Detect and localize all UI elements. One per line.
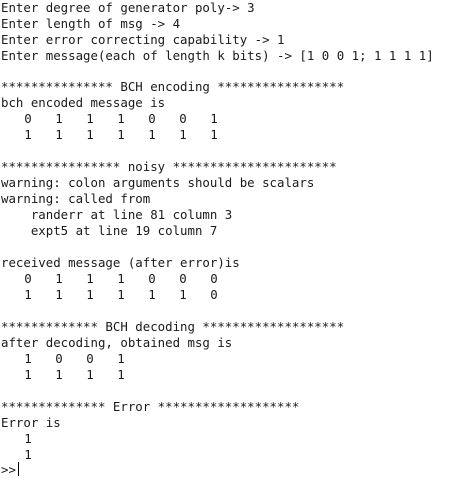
error-row: 1: [0, 431, 472, 447]
length-prompt-line: Enter length of msg -> 4: [1, 16, 181, 31]
matrix-cell: 1: [24, 127, 32, 142]
matrix-cell: 1: [148, 127, 156, 142]
matrix-cell: 0: [179, 271, 187, 286]
matrix-cell: 0: [24, 271, 32, 286]
matrix-cell: 0: [210, 287, 218, 302]
matrix-cell: 0: [210, 271, 218, 286]
matrix-cell: 0: [148, 111, 156, 126]
matrix-row: 1 1 1 1 1 1 0: [0, 287, 472, 303]
command-prompt[interactable]: >>: [1, 462, 19, 478]
matrix-cell: 1: [117, 111, 125, 126]
command-window[interactable]: Enter degree of generator poly-> 3 Enter…: [0, 0, 472, 495]
matrix-cell: 1: [86, 287, 94, 302]
matrix-cell: 1: [86, 271, 94, 286]
matrix-cell: 1: [117, 351, 125, 366]
matrix-cell: 1: [210, 111, 218, 126]
matrix-cell: 1: [179, 127, 187, 142]
matrix-cell: 0: [179, 111, 187, 126]
noisy-banner: **************** noisy *****************…: [1, 159, 337, 174]
encoding-banner: *************** BCH encoding ***********…: [1, 79, 345, 94]
prompt-symbol: >>: [1, 462, 16, 477]
matrix-cell: 0: [55, 351, 63, 366]
error-row: 1: [0, 447, 472, 463]
matrix-cell: 0: [24, 111, 32, 126]
matrix-cell: 1: [86, 111, 94, 126]
warning-called-from-line: warning: called from: [1, 191, 151, 206]
matrix-cell: 0: [148, 271, 156, 286]
error-value: 1: [24, 431, 32, 446]
stack-trace-line: expt5 at line 19 column 7: [1, 223, 218, 238]
matrix-cell: 1: [24, 287, 32, 302]
matrix-cell: 0: [86, 351, 94, 366]
warning-line: warning: colon arguments should be scala…: [1, 175, 315, 190]
matrix-row: 1 0 0 1: [0, 351, 472, 367]
matrix-cell: 1: [117, 367, 125, 382]
matrix-cell: 1: [55, 367, 63, 382]
matrix-cell: 1: [55, 271, 63, 286]
matrix-cell: 1: [55, 287, 63, 302]
matrix-row: 1 1 1 1 1 1 1: [0, 127, 472, 143]
stack-trace-line: randerr at line 81 column 3: [1, 207, 233, 222]
matrix-cell: 1: [55, 127, 63, 142]
matrix-row: 0 1 1 1 0 0 1: [0, 111, 472, 127]
matrix-cell: 1: [117, 287, 125, 302]
matrix-cell: 1: [210, 127, 218, 142]
decoding-banner: ************* BCH decoding *************…: [1, 319, 345, 334]
text-cursor: [17, 462, 19, 476]
error-label: Error is: [1, 415, 61, 430]
error-banner: ************** Error *******************: [1, 399, 300, 414]
matrix-cell: 1: [24, 367, 32, 382]
matrix-cell: 1: [86, 367, 94, 382]
capability-prompt-line: Enter error correcting capability -> 1: [1, 32, 285, 47]
matrix-cell: 1: [148, 287, 156, 302]
message-prompt-line: Enter message(each of length k bits) -> …: [1, 48, 434, 63]
degree-prompt-line: Enter degree of generator poly-> 3: [1, 0, 255, 15]
error-value: 1: [24, 447, 32, 462]
matrix-row: 1 1 1 1: [0, 367, 472, 383]
matrix-cell: 1: [55, 111, 63, 126]
matrix-cell: 1: [117, 127, 125, 142]
encoded-message-label: bch encoded message is: [1, 95, 166, 110]
matrix-cell: 1: [117, 271, 125, 286]
received-message-label: received message (after error)is: [1, 255, 240, 270]
matrix-cell: 1: [179, 287, 187, 302]
matrix-cell: 1: [24, 351, 32, 366]
decoded-message-label: after decoding, obtained msg is: [1, 335, 233, 350]
matrix-cell: 1: [86, 127, 94, 142]
matrix-row: 0 1 1 1 0 0 0: [0, 271, 472, 287]
